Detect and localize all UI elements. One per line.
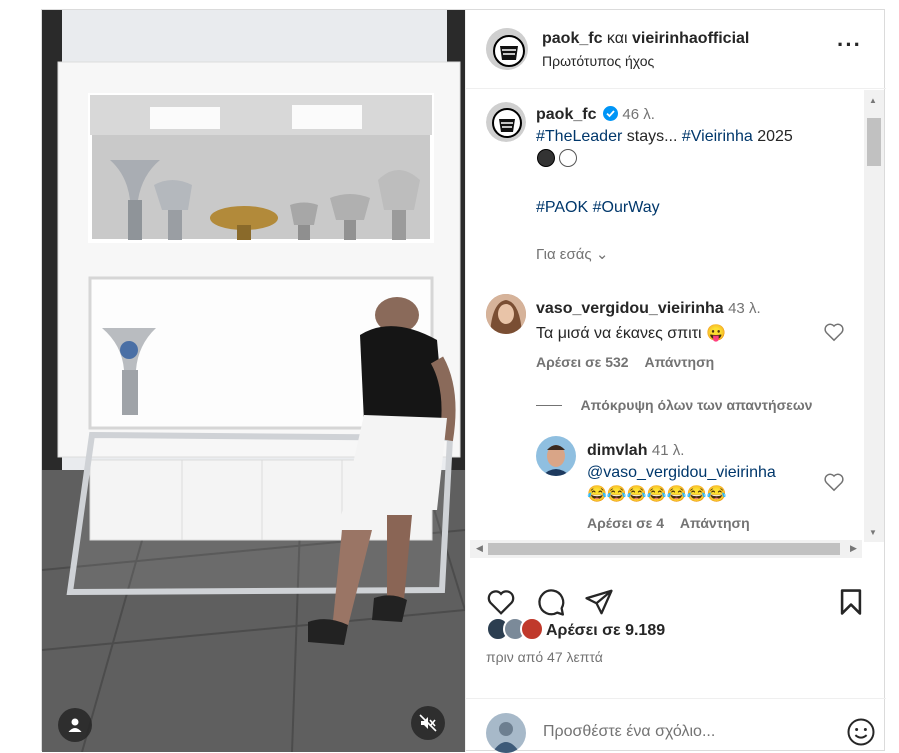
reply-emojis: 😂😂😂😂😂😂😂 [587, 486, 727, 503]
caption-emojis [536, 148, 856, 175]
scroll-right-arrow-icon[interactable]: ▶ [850, 543, 857, 554]
reply-mention[interactable]: @vaso_vergidou_vieirinha [587, 464, 776, 481]
reply-item: dimvlah 41 λ. @vaso_vergidou_vieirinha 😂… [587, 440, 837, 531]
add-comment-bar: Προσθέστε ένα σχόλιο... [466, 698, 886, 753]
comments-list: paok_fc 46 λ. #TheLeader stays... #Vieir… [466, 90, 886, 540]
horizontal-scroll-thumb[interactable] [488, 543, 840, 555]
ellipsis-icon[interactable]: ··· [837, 34, 862, 56]
profile-photo [486, 713, 526, 753]
caption-avatar[interactable] [486, 102, 526, 142]
user-tags-button[interactable] [58, 708, 92, 742]
scroll-down-arrow-icon[interactable]: ▼ [869, 528, 877, 537]
caption-time[interactable]: 46 λ. [622, 106, 655, 123]
comment-likes[interactable]: Αρέσει σε 532 [536, 354, 629, 370]
hashtag-vieirinha[interactable]: #Vieirinha [682, 128, 753, 145]
emoji-icon[interactable] [846, 717, 876, 747]
for-you-text: Για εσάς [536, 246, 592, 263]
comment-icon[interactable] [536, 587, 566, 617]
comment-time[interactable]: 43 λ. [728, 300, 761, 317]
authors-conjunction: και [606, 30, 628, 47]
reply-time[interactable]: 41 λ. [652, 442, 685, 459]
profile-photo [536, 436, 576, 476]
scroll-up-arrow-icon[interactable]: ▲ [869, 96, 877, 105]
likes-count[interactable]: Αρέσει σε 9.189 [546, 622, 665, 640]
author-link-paok[interactable]: paok_fc [542, 30, 602, 47]
hashtag-paok[interactable]: #PAOK [536, 199, 588, 216]
hashtag-ourway[interactable]: #OurWay [593, 199, 660, 216]
paok-logo [486, 28, 528, 70]
video-frame [42, 10, 465, 752]
caption-text: #TheLeader stays... #Vieirinha 2025 [536, 126, 856, 148]
reply-username[interactable]: dimvlah [587, 442, 647, 459]
comment-input[interactable]: Προσθέστε ένα σχόλιο... [543, 723, 715, 741]
reply-reply-button[interactable]: Απάντηση [680, 515, 750, 531]
muted-speaker-icon [419, 714, 437, 732]
bookmark-icon[interactable] [838, 588, 864, 616]
caption-text-part: stays... [622, 128, 682, 145]
black-white-circles-icon [537, 149, 577, 167]
send-icon[interactable] [584, 588, 614, 616]
scroll-left-arrow-icon[interactable]: ◀ [476, 543, 483, 554]
post-side-panel: paok_fc και vieirinhaofficial Πρωτότυπος… [465, 10, 886, 753]
reply-avatar[interactable] [536, 436, 576, 476]
hashtag-theleader[interactable]: #TheLeader [536, 128, 622, 145]
comment-item: vaso_vergidou_vieirinha 43 λ. Τα μισά να… [536, 298, 836, 370]
liked-by-avatars[interactable] [486, 617, 546, 643]
caption-username[interactable]: paok_fc [536, 106, 596, 123]
post-video[interactable] [42, 10, 465, 752]
post-timestamp[interactable]: πριν από 47 λεπτά [486, 649, 603, 665]
post-authors: paok_fc και vieirinhaofficial [542, 30, 749, 48]
vertical-scrollbar[interactable]: ▲ ▼ [864, 90, 884, 542]
hide-replies-label: Απόκρυψη όλων των απαντήσεων [580, 397, 813, 413]
comment-emoji: 😛 [706, 325, 726, 342]
liker-avatar [520, 617, 544, 641]
heart-icon[interactable] [486, 588, 516, 616]
comment-username[interactable]: vaso_vergidou_vieirinha [536, 300, 724, 317]
author-link-vieirinha[interactable]: vieirinhaofficial [632, 30, 749, 47]
instagram-post-modal: paok_fc και vieirinhaofficial Πρωτότυπος… [41, 9, 886, 753]
current-user-avatar [486, 713, 526, 753]
profile-photo [486, 294, 526, 334]
audio-link[interactable]: Πρωτότυπος ήχος [542, 53, 654, 69]
mute-button[interactable] [411, 706, 445, 740]
person-icon [68, 718, 82, 732]
caption-hashtags: #PAOK #OurWay [536, 197, 856, 219]
horizontal-scrollbar[interactable]: ◀ ▶ [470, 540, 862, 558]
verified-badge-icon [602, 106, 618, 121]
paok-logo [486, 102, 526, 142]
for-you-label: Για εσάς ⌄ [536, 245, 856, 263]
heart-icon[interactable] [823, 472, 845, 492]
divider-line [536, 405, 562, 407]
caption-text-part: 2025 [752, 128, 793, 145]
comment-text: Τα μισά να έκανες σπιτι [536, 325, 702, 342]
heart-icon[interactable] [823, 322, 845, 342]
hide-replies-button[interactable]: Απόκρυψη όλων των απαντήσεων [536, 397, 812, 415]
vertical-scroll-thumb[interactable] [867, 118, 881, 166]
commenter-avatar[interactable] [486, 294, 526, 334]
author-avatar[interactable] [486, 28, 528, 70]
reply-likes[interactable]: Αρέσει σε 4 [587, 515, 664, 531]
post-header: paok_fc και vieirinhaofficial Πρωτότυπος… [466, 10, 886, 89]
